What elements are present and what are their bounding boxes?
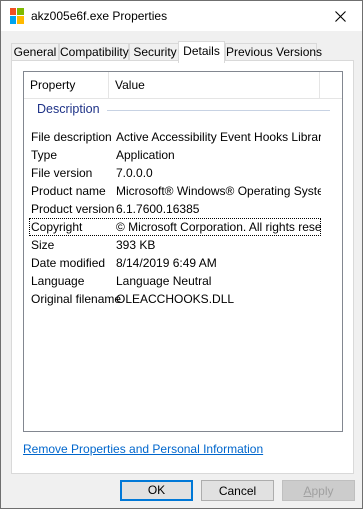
window-title: akz005e6f.exe Properties [31, 9, 168, 23]
list-item[interactable]: Product name Microsoft® Windows® Operati… [29, 182, 321, 200]
property-value: Microsoft® Windows® Operating System [116, 184, 321, 198]
list-item[interactable]: File description Active Accessibility Ev… [29, 128, 321, 146]
tab-security[interactable]: Security [129, 43, 181, 61]
shield-exe-icon [10, 8, 24, 24]
close-icon [334, 10, 346, 22]
property-value: 7.0.0.0 [116, 166, 153, 180]
list-item[interactable]: Size 393 KB [29, 236, 321, 254]
close-button[interactable] [318, 1, 362, 31]
property-value: OLEACCHOOKS.DLL [116, 292, 235, 306]
column-header-property[interactable]: Property [24, 72, 109, 98]
property-name: Product version [31, 202, 115, 216]
list-item[interactable]: Date modified 8/14/2019 6:49 AM [29, 254, 321, 272]
tab-strip: General Compatibility Security Details P… [11, 41, 354, 63]
details-panel: Property Value Description File descript… [11, 60, 354, 474]
property-value: Application [116, 148, 175, 162]
property-value: Language Neutral [116, 274, 212, 288]
property-value: Active Accessibility Event Hooks Library [116, 130, 321, 144]
list-item[interactable]: Original filename OLEACCHOOKS.DLL [29, 290, 321, 308]
ok-button[interactable]: OK [120, 480, 193, 501]
list-item[interactable]: File version 7.0.0.0 [29, 164, 321, 182]
property-name: Language [31, 274, 85, 288]
group-header-description[interactable]: Description [37, 100, 100, 118]
listview-header: Property Value [24, 72, 342, 99]
property-name: Original filename [31, 292, 122, 306]
property-name: File description [31, 130, 112, 144]
property-value: 6.1.7600.16385 [116, 202, 200, 216]
list-item[interactable]: Copyright © Microsoft Corporation. All r… [29, 218, 321, 236]
apply-accelerator: A [303, 484, 312, 498]
remove-properties-link[interactable]: Remove Properties and Personal Informati… [23, 442, 263, 456]
list-item[interactable]: Product version 6.1.7600.16385 [29, 200, 321, 218]
tab-compatibility[interactable]: Compatibility [59, 43, 129, 61]
property-value: 8/14/2019 6:49 AM [116, 256, 217, 270]
property-name: File version [31, 166, 93, 180]
property-name: Date modified [31, 256, 106, 270]
property-name: Product name [31, 184, 106, 198]
properties-window: akz005e6f.exe Properties General Compati… [0, 0, 363, 509]
column-header-value[interactable]: Value [109, 72, 320, 98]
title-bar[interactable]: akz005e6f.exe Properties [1, 1, 362, 31]
property-name: Type [31, 148, 58, 162]
list-item[interactable]: Language Language Neutral [29, 272, 321, 290]
property-name: Size [31, 238, 55, 252]
property-name: Copyright [31, 220, 83, 234]
property-value: © Microsoft Corporation. All rights rese… [116, 220, 321, 234]
details-listview[interactable]: Property Value Description File descript… [23, 71, 343, 432]
tab-previous-versions[interactable]: Previous Versions [225, 43, 322, 61]
group-divider [107, 110, 330, 111]
tab-details[interactable]: Details [178, 41, 225, 63]
tab-general[interactable]: General [11, 43, 59, 61]
apply-button[interactable]: Apply [282, 480, 355, 501]
cancel-button[interactable]: Cancel [201, 480, 274, 501]
list-item[interactable]: Type Application [29, 146, 321, 164]
property-value: 393 KB [116, 238, 156, 252]
apply-label: pply [311, 484, 334, 498]
